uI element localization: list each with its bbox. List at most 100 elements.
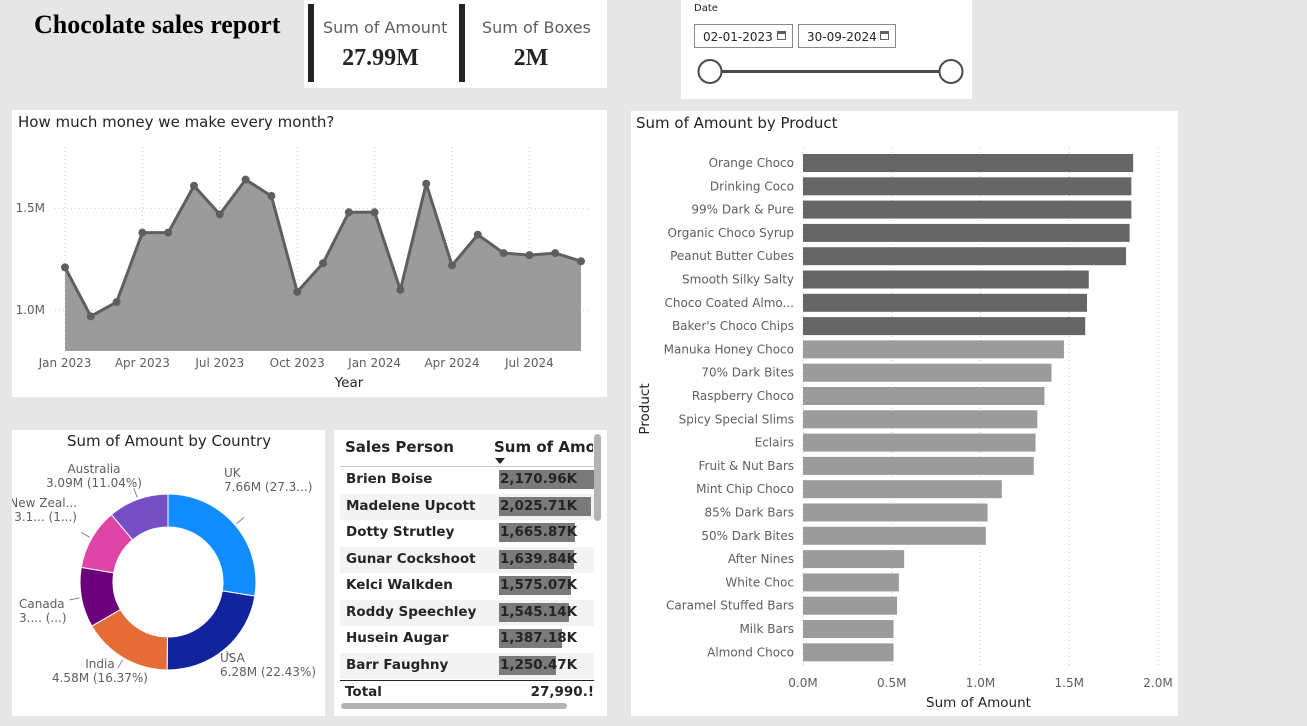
- date-start-input[interactable]: 02-01-2023: [694, 24, 793, 48]
- data-point[interactable]: [344, 208, 353, 217]
- category-label: Peanut Butter Cubes: [670, 249, 794, 263]
- date-range-slider[interactable]: [681, 52, 972, 92]
- sales-person-name: Dotty Strutley: [346, 524, 455, 540]
- calendar-icon[interactable]: [777, 31, 786, 40]
- category-label: 85% Dark Bars: [704, 506, 794, 520]
- category-label: Smooth Silky Salty: [682, 273, 794, 287]
- product-bar[interactable]: [803, 596, 898, 615]
- product-bar[interactable]: [803, 550, 905, 569]
- data-point[interactable]: [293, 287, 302, 296]
- category-label: After Nines: [728, 552, 794, 566]
- data-point[interactable]: [319, 259, 327, 268]
- product-bar[interactable]: [803, 223, 1130, 242]
- product-bar[interactable]: [803, 456, 1034, 475]
- product-bar[interactable]: [803, 433, 1036, 452]
- sort-descending-icon[interactable]: [495, 458, 505, 464]
- total-amount: 27,990.!: [530, 684, 594, 700]
- data-point[interactable]: [112, 298, 121, 307]
- horizontal-scrollbar[interactable]: [341, 703, 567, 709]
- category-label: 99% Dark & Pure: [691, 203, 794, 217]
- category-label: Raspberry Choco: [692, 389, 794, 403]
- data-point[interactable]: [190, 181, 198, 190]
- table-row[interactable]: Dotty Strutley 1,665.87K: [340, 520, 594, 546]
- amount-value: 2,025.71K: [500, 497, 578, 514]
- product-bar[interactable]: [803, 387, 1045, 405]
- product-bar[interactable]: [803, 643, 894, 662]
- product-bar[interactable]: [803, 573, 899, 592]
- product-bar[interactable]: [803, 503, 988, 522]
- slice-value-label: 3.09M (11.04%): [46, 476, 142, 490]
- data-point[interactable]: [241, 175, 250, 184]
- slice-label: New Zeal...: [12, 496, 77, 510]
- table-row[interactable]: Kelci Walkden 1,575.07K: [340, 573, 594, 599]
- data-point[interactable]: [499, 249, 508, 258]
- product-bar[interactable]: [803, 410, 1038, 429]
- slice-leader-line: [236, 516, 245, 525]
- x-tick-label: Jul 2024: [504, 356, 554, 370]
- kpi-card-group: Sum of Amount 27.99M Sum of Boxes 2M: [304, 0, 607, 88]
- kpi-amount-label: Sum of Amount: [323, 18, 448, 37]
- category-label: 70% Dark Bites: [701, 366, 794, 380]
- data-point[interactable]: [422, 179, 431, 188]
- product-bar[interactable]: [803, 363, 1052, 382]
- table-row[interactable]: Madelene Upcott 2,025.71K: [340, 493, 594, 520]
- product-bar[interactable]: [803, 620, 894, 638]
- date-end-input[interactable]: 30-09-2024: [798, 24, 896, 48]
- data-point[interactable]: [577, 257, 585, 266]
- calendar-icon[interactable]: [880, 31, 889, 40]
- data-point[interactable]: [551, 249, 560, 258]
- product-bar[interactable]: [803, 177, 1132, 196]
- category-label: Spicy Special Slims: [679, 412, 794, 426]
- data-point[interactable]: [473, 230, 482, 239]
- product-bar[interactable]: [803, 154, 1134, 172]
- amount-value: 1,545.14K: [500, 603, 578, 620]
- data-point[interactable]: [448, 261, 456, 270]
- slider-end-handle[interactable]: [938, 59, 964, 84]
- data-point[interactable]: [525, 251, 534, 260]
- product-bar[interactable]: [803, 270, 1089, 289]
- category-label: Almond Choco: [707, 645, 794, 659]
- column-header-sum-amount[interactable]: Sum of Amou: [494, 438, 593, 456]
- table-row[interactable]: Barr Faughny 1,250.47K: [340, 652, 594, 679]
- product-bar[interactable]: [803, 480, 1002, 499]
- product-bar[interactable]: [803, 293, 1087, 312]
- product-bar[interactable]: [803, 317, 1086, 336]
- amount-value: 2,170.96K: [500, 471, 578, 487]
- kpi-boxes-label: Sum of Boxes: [482, 18, 591, 37]
- x-tick-label: Apr 2024: [424, 356, 479, 370]
- data-point[interactable]: [138, 228, 147, 237]
- x-tick-label: 0.0M: [788, 676, 817, 690]
- product-bar[interactable]: [803, 200, 1132, 219]
- category-label: 50% Dark Bites: [701, 529, 794, 543]
- slice-label: USA: [220, 651, 246, 665]
- table-row[interactable]: Husein Augar 1,387.18K: [340, 626, 594, 652]
- data-point[interactable]: [61, 263, 69, 272]
- data-point[interactable]: [267, 191, 276, 200]
- slice-value-label: 4.58M (16.37%): [52, 671, 148, 685]
- amount-value: 1,387.18K: [500, 630, 578, 646]
- table-row[interactable]: Gunar Cockshoot 1,639.84K: [340, 546, 594, 573]
- product-bar-chart: Sum of Amount by Product 0.0M 0.5M 1.0M 1.5…: [631, 111, 1178, 716]
- x-tick-label: Apr 2023: [115, 356, 170, 370]
- x-tick-label: 1.5M: [1055, 676, 1084, 690]
- data-point[interactable]: [86, 312, 95, 321]
- sales-person-name: Gunar Cockshoot: [346, 550, 476, 567]
- table-row[interactable]: Roddy Speechley 1,545.14K: [340, 599, 594, 626]
- data-point[interactable]: [370, 208, 379, 217]
- slider-start-handle[interactable]: [697, 59, 723, 84]
- sales-person-name: Barr Faughny: [346, 656, 449, 673]
- table-row[interactable]: Brien Boise 2,170.96K: [340, 467, 598, 493]
- product-bar[interactable]: [803, 526, 986, 545]
- data-point[interactable]: [396, 285, 405, 294]
- data-point[interactable]: [164, 228, 173, 237]
- data-point[interactable]: [215, 210, 224, 219]
- slice-value-label: 7.66M (27.3...): [224, 480, 312, 494]
- product-bar[interactable]: [803, 247, 1127, 266]
- monthly-amount-chart: How much money we make every month? 1.0M…: [12, 110, 607, 397]
- donut-slice[interactable]: [167, 493, 257, 597]
- country-donut-chart: Sum of Amount by Country UK 7.66M (27.3..…: [12, 430, 325, 716]
- product-bar[interactable]: [803, 340, 1064, 359]
- amount-value: 1,639.84K: [500, 550, 578, 567]
- column-header-sales-person[interactable]: Sales Person: [345, 438, 454, 456]
- vertical-scrollbar[interactable]: [594, 434, 601, 521]
